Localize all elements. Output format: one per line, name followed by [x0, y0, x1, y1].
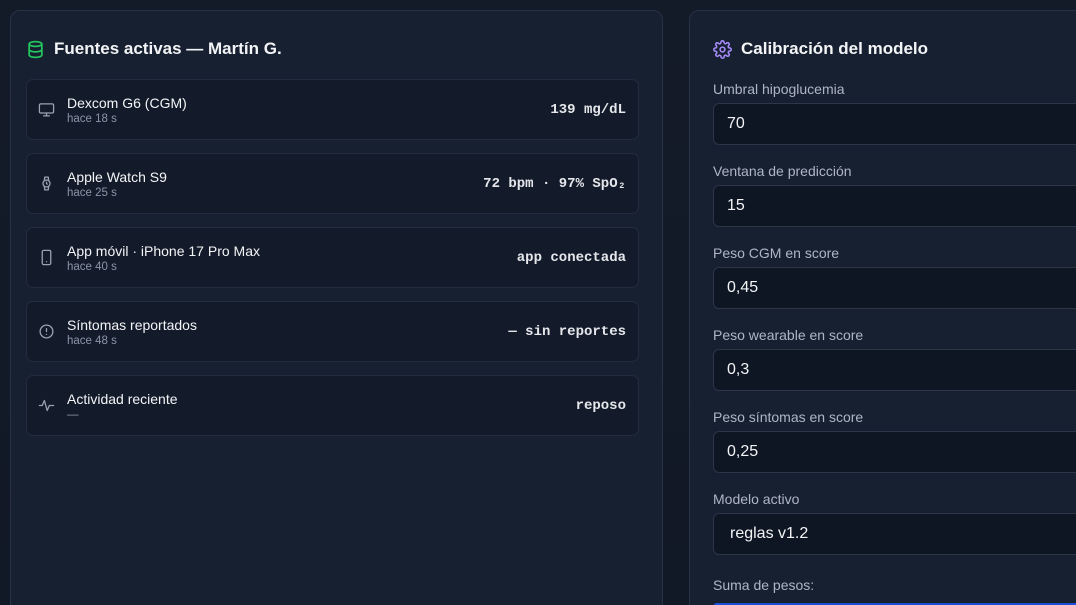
source-card-app-movil[interactable]: App móvil · iPhone 17 Pro Max hace 40 s …	[26, 227, 639, 288]
calibration-panel-title: Calibración del modelo	[713, 39, 928, 59]
wearable-weight-label: Peso wearable en score	[713, 327, 864, 343]
source-timestamp: —	[67, 409, 79, 421]
source-value: reposo	[575, 398, 626, 414]
prediction-window-input[interactable]: 15	[713, 185, 1076, 227]
gear-icon	[713, 39, 732, 59]
source-timestamp: hace 18 s	[67, 113, 117, 125]
dashboard: Fuentes activas — Martín G. Dexcom G6 (C…	[0, 0, 1076, 605]
source-name: Apple Watch S9	[67, 169, 167, 185]
source-name: Dexcom G6 (CGM)	[67, 95, 187, 111]
sources-title-text: Fuentes activas — Martín G.	[54, 39, 282, 58]
source-card-dexcom[interactable]: Dexcom G6 (CGM) hace 18 s 139 mg/dL	[26, 79, 639, 140]
cgm-weight-label: Peso CGM en score	[713, 245, 840, 261]
source-value: 139 mg/dL	[550, 102, 626, 118]
wearable-weight-input[interactable]: 0,3	[713, 349, 1076, 391]
watch-icon	[38, 175, 55, 192]
source-timestamp: hace 25 s	[67, 187, 117, 199]
source-timestamp: hace 40 s	[67, 261, 117, 273]
source-value: 72 bpm · 97% SpO₂	[483, 176, 626, 192]
database-icon	[26, 40, 45, 59]
calibration-title-text: Calibración del modelo	[741, 39, 929, 58]
alert-circle-icon	[38, 323, 55, 340]
calibration-panel: Calibración del modelo Umbral hipoglucem…	[689, 10, 1076, 605]
smartphone-icon	[38, 249, 55, 266]
active-model-label: Modelo activo	[713, 491, 800, 507]
source-timestamp: hace 48 s	[67, 335, 117, 347]
active-model-select[interactable]: reglas v1.2	[713, 513, 1076, 555]
symptoms-weight-label: Peso síntomas en score	[713, 409, 864, 425]
source-value: app conectada	[516, 250, 626, 266]
hypoglycemia-threshold-label: Umbral hipoglucemia	[713, 81, 845, 97]
hypoglycemia-threshold-input[interactable]: 70	[713, 103, 1076, 145]
source-name: Actividad reciente	[67, 391, 178, 407]
prediction-window-label: Ventana de predicción	[713, 163, 852, 179]
sources-panel-title: Fuentes activas — Martín G.	[26, 39, 282, 59]
source-card-actividad[interactable]: Actividad reciente — reposo	[26, 375, 639, 436]
weights-sum-label: Suma de pesos:	[713, 577, 815, 593]
source-name: Síntomas reportados	[67, 317, 197, 333]
activity-icon	[38, 397, 55, 414]
source-name: App móvil · iPhone 17 Pro Max	[67, 243, 260, 259]
source-card-apple-watch[interactable]: Apple Watch S9 hace 25 s 72 bpm · 97% Sp…	[26, 153, 639, 214]
sources-panel: Fuentes activas — Martín G. Dexcom G6 (C…	[10, 10, 663, 605]
source-value: — sin reportes	[508, 324, 626, 340]
symptoms-weight-input[interactable]: 0,25	[713, 431, 1076, 473]
cgm-weight-input[interactable]: 0,45	[713, 267, 1076, 309]
monitor-icon	[38, 101, 55, 118]
source-card-sintomas[interactable]: Síntomas reportados hace 48 s — sin repo…	[26, 301, 639, 362]
